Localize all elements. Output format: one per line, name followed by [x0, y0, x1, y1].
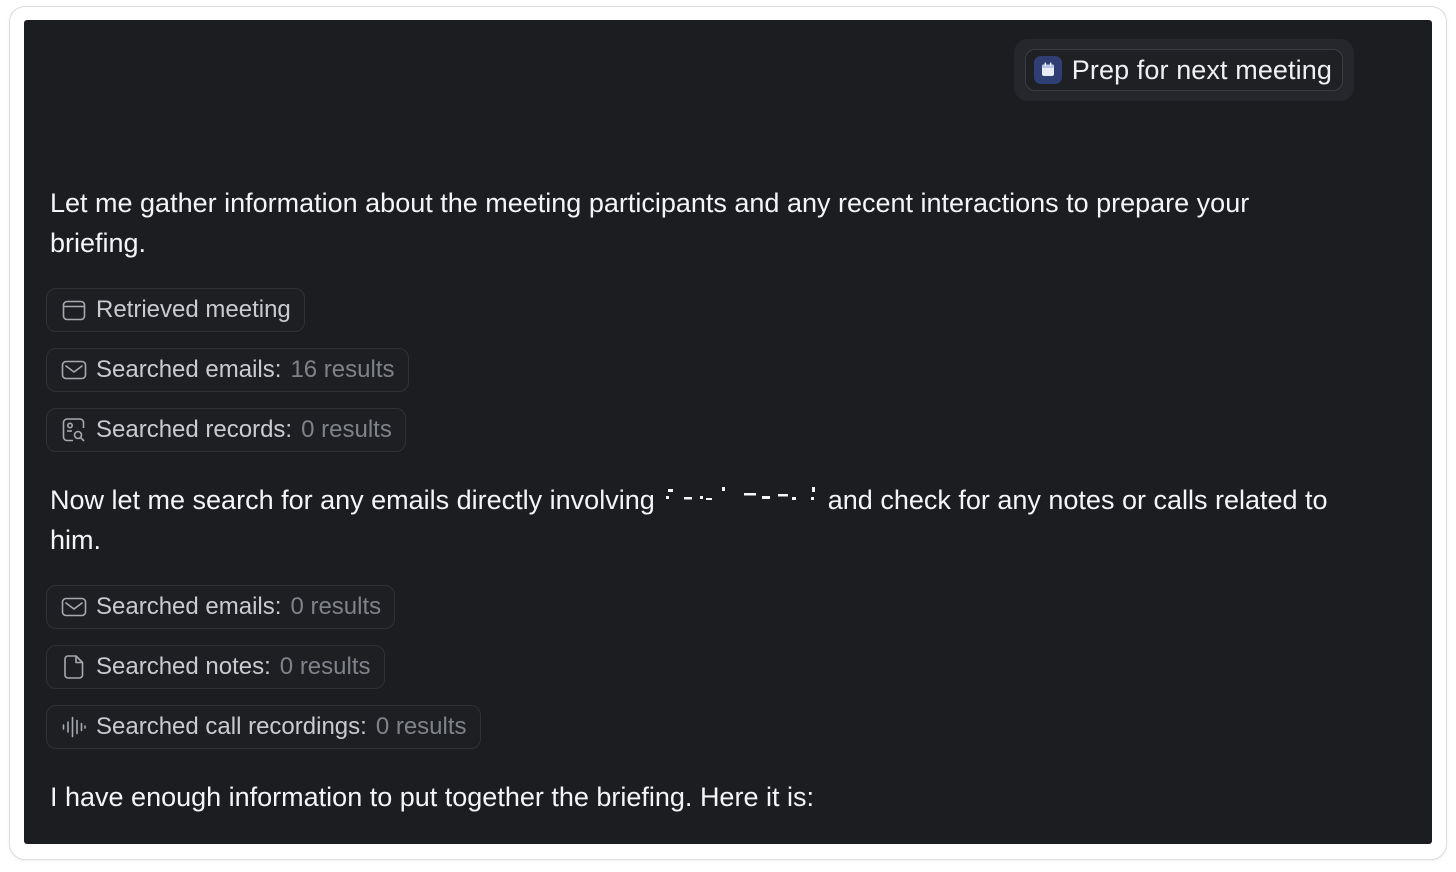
redacted-name — [662, 484, 821, 514]
waveform-icon — [61, 714, 87, 740]
prep-meeting-label: Prep for next meeting — [1071, 54, 1332, 85]
tool-call-label: Searched call recordings: — [96, 713, 367, 740]
tool-call-searched-records[interactable]: Searched records: 0 results — [46, 408, 406, 452]
tool-call-count: 0 results — [301, 416, 392, 443]
tool-call-count: 0 results — [290, 593, 382, 620]
tool-call-label: Searched emails: — [96, 356, 282, 383]
assistant-message-1: Let me gather information about the meet… — [50, 188, 1250, 258]
tool-call-searched-emails-2[interactable]: Searched emails: 0 results — [46, 585, 396, 629]
tool-call-searched-call-recordings[interactable]: Searched call recordings: 0 results — [46, 705, 481, 749]
mail-icon — [61, 357, 87, 383]
chat-panel: Prep for next meeting Let me gather info… — [24, 20, 1432, 844]
tool-call-label: Searched records: — [96, 416, 293, 443]
tool-call-label: Searched notes: — [96, 653, 271, 680]
tool-call-count: 0 results — [375, 713, 467, 740]
note-icon — [61, 654, 87, 680]
calendar-icon — [1033, 56, 1062, 84]
user-message-bubble: Prep for next meeting — [1013, 39, 1354, 101]
mail-icon — [61, 594, 87, 620]
prep-meeting-chip[interactable]: Prep for next meeting — [1024, 49, 1343, 91]
tool-call-label: Searched emails: — [96, 593, 282, 620]
calendar-icon — [61, 297, 87, 323]
message-text-before: Now let me search for any emails directl… — [50, 485, 655, 515]
tool-call-searched-notes[interactable]: Searched notes: 0 results — [46, 645, 385, 689]
assistant-message-3: I have enough information to put togethe… — [50, 782, 814, 812]
tool-call-label: Retrieved meeting — [96, 296, 291, 323]
tool-call-retrieved-meeting[interactable]: Retrieved meeting — [46, 288, 305, 332]
tool-call-searched-emails[interactable]: Searched emails: 16 results — [46, 348, 409, 392]
tool-call-count: 16 results — [290, 356, 395, 383]
record-search-icon — [61, 417, 87, 443]
tool-call-count: 0 results — [279, 653, 371, 680]
assistant-message-2: Now let me search for any emails directl… — [50, 480, 1350, 560]
